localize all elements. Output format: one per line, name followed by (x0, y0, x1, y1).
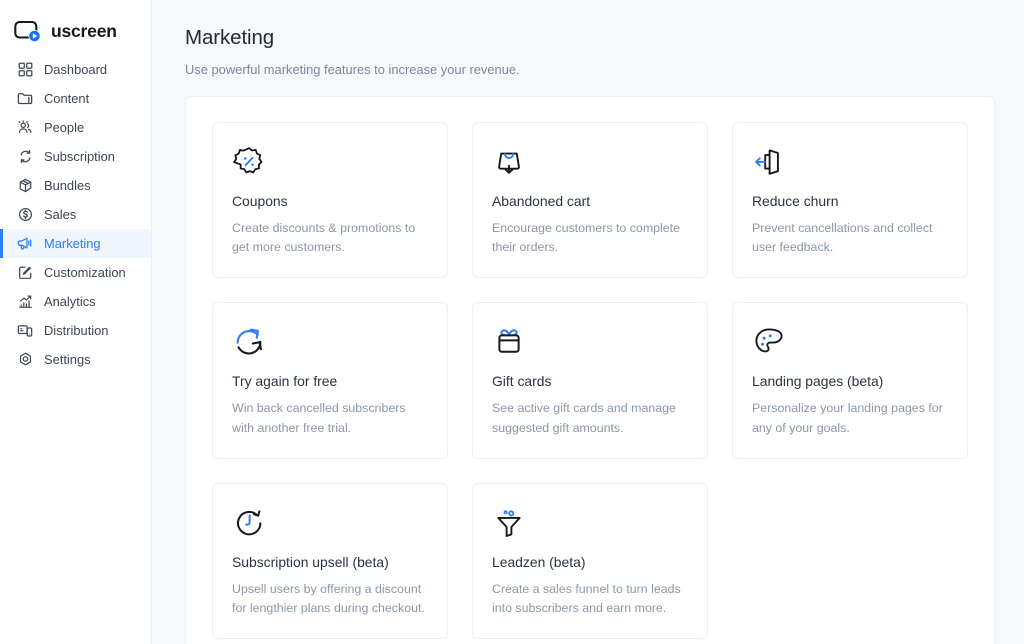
feature-card-description: Create discounts & promotions to get mor… (232, 221, 416, 255)
sidebar-item-label: Marketing (44, 236, 101, 251)
feature-card-title: Reduce churn (752, 193, 839, 209)
feature-card-landing-pages[interactable]: Landing pages (beta) Personalize your la… (732, 302, 968, 459)
feature-card-description: Upsell users by offering a discount for … (232, 581, 425, 616)
feature-card-gift-cards[interactable]: Gift cards See active gift cards and man… (472, 302, 708, 459)
feature-card-description: Win back cancelled subscribers with anot… (232, 401, 406, 435)
coupon-badge-percent-icon (232, 144, 428, 180)
feature-card-reduce-churn[interactable]: Reduce churn Prevent cancellations and c… (732, 122, 968, 279)
exit-door-arrow-icon (752, 144, 948, 180)
feature-card-description: Encourage customers to complete their or… (492, 221, 681, 255)
feature-card-title: Leadzen (beta) (492, 553, 586, 570)
megaphone-icon (17, 236, 33, 252)
sidebar-item-label: Analytics (44, 294, 96, 309)
funnel-icon (492, 505, 688, 541)
feature-card-try-again-for-free[interactable]: Try again for free Win back cancelled su… (212, 302, 448, 459)
refresh-circle-icon (17, 149, 33, 165)
gift-box-icon (492, 324, 688, 360)
page-subtitle: Use powerful marketing features to incre… (185, 62, 520, 77)
sidebar-item-label: Customization (44, 265, 126, 280)
sidebar: uscreen Dashboard Content People Subscri… (0, 0, 152, 644)
devices-icon (17, 323, 33, 339)
people-icon (17, 120, 33, 136)
sidebar-item-analytics[interactable]: Analytics (0, 287, 151, 316)
sidebar-item-marketing[interactable]: Marketing (0, 229, 151, 258)
box-icon (17, 178, 33, 194)
feature-card-coupons[interactable]: Coupons Create discounts & promotions to… (212, 122, 448, 279)
sidebar-item-label: Dashboard (44, 62, 108, 77)
sidebar-item-label: People (44, 120, 85, 135)
feature-card-description: Personalize your landing pages for any o… (752, 401, 943, 435)
grid-icon (17, 62, 33, 78)
sidebar-item-dashboard[interactable]: Dashboard (0, 55, 151, 84)
page-title: Marketing (185, 26, 275, 49)
brand-logo[interactable]: uscreen (0, 0, 151, 48)
marketing-features-panel: Coupons Create discounts & promotions to… (185, 96, 995, 644)
sidebar-item-label: Bundles (44, 178, 91, 193)
refresh-arrow-icon (232, 324, 428, 360)
feature-card-description: Prevent cancellations and collect user f… (752, 221, 933, 255)
main-content: Marketing Use powerful marketing feature… (152, 0, 1024, 644)
feature-card-grid: Coupons Create discounts & promotions to… (212, 122, 968, 640)
gear-hexagon-icon (17, 352, 33, 368)
sidebar-item-label: Sales (44, 207, 77, 222)
sidebar-item-label: Distribution (44, 323, 109, 338)
feature-card-title: Try again for free (232, 373, 338, 390)
feature-card-title: Abandoned cart (492, 193, 591, 209)
palette-icon (752, 324, 948, 360)
chart-growth-icon (17, 294, 33, 310)
feature-card-title: Landing pages (beta) (752, 373, 884, 390)
sidebar-item-label: Subscription (44, 149, 115, 164)
sidebar-item-label: Settings (44, 352, 91, 367)
shopping-bag-arrow-icon (492, 144, 688, 180)
feature-card-title: Coupons (232, 193, 288, 209)
folder-icon (17, 91, 33, 107)
sidebar-item-sales[interactable]: Sales (0, 200, 151, 229)
feature-card-subscription-upsell[interactable]: Subscription upsell (beta) Upsell users … (212, 482, 448, 640)
dollar-circle-icon (17, 207, 33, 223)
feature-card-title: Subscription upsell (beta) (232, 553, 389, 570)
sidebar-item-bundles[interactable]: Bundles (0, 171, 151, 200)
brand-name: uscreen (51, 21, 117, 41)
sidebar-item-subscription[interactable]: Subscription (0, 142, 151, 171)
feature-card-abandoned-cart[interactable]: Abandoned cart Encourage customers to co… (472, 122, 708, 279)
sidebar-item-distribution[interactable]: Distribution (0, 316, 151, 345)
sidebar-item-customization[interactable]: Customization (0, 258, 151, 287)
sidebar-item-content[interactable]: Content (0, 84, 151, 113)
clock-history-icon (232, 505, 428, 541)
sidebar-item-people[interactable]: People (0, 113, 151, 142)
feature-card-leadzen[interactable]: Leadzen (beta) Create a sales funnel to … (472, 482, 708, 640)
feature-card-title: Gift cards (492, 373, 552, 390)
sidebar-item-label: Content (44, 91, 90, 106)
pencil-square-icon (17, 265, 33, 281)
app-root: uscreen Dashboard Content People Subscri… (0, 0, 1024, 644)
feature-card-description: Create a sales funnel to turn leads into… (492, 581, 681, 616)
sidebar-item-settings[interactable]: Settings (0, 345, 151, 374)
sidebar-nav: Dashboard Content People Subscription Bu… (0, 55, 151, 374)
feature-card-description: See active gift cards and manage suggest… (492, 401, 676, 435)
uscreen-play-logo-icon (14, 20, 44, 44)
